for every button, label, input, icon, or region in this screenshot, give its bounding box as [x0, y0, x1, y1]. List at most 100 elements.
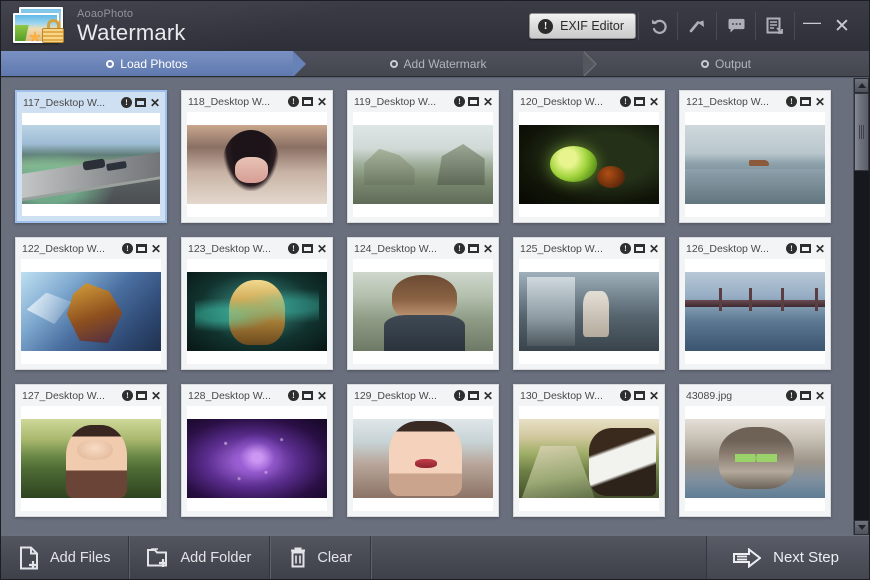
info-icon[interactable]: ! — [288, 243, 299, 254]
close-icon[interactable]: ✕ — [150, 390, 162, 402]
photo-card[interactable]: 123_Desktop W...! ✕ — [181, 237, 333, 370]
maximize-icon[interactable] — [800, 391, 811, 400]
info-icon[interactable]: ! — [786, 96, 797, 107]
step-load-photos[interactable]: Load Photos — [1, 51, 306, 76]
close-icon[interactable]: ✕ — [648, 243, 660, 255]
maximize-icon[interactable] — [302, 391, 313, 400]
close-icon[interactable]: ✕ — [814, 96, 826, 108]
maximize-icon[interactable] — [468, 97, 479, 106]
photo-card[interactable]: 117_Desktop W...! ✕ — [15, 90, 167, 223]
info-icon[interactable]: ! — [122, 243, 133, 254]
app-logo-icon — [11, 7, 69, 45]
photo-card[interactable]: 43089.jpg! ✕ — [679, 384, 831, 517]
photo-card-header: 121_Desktop W...! ✕ — [680, 91, 830, 112]
step-dot-icon — [700, 59, 709, 68]
info-icon[interactable]: ! — [786, 390, 797, 401]
photo-thumbnail — [187, 125, 327, 204]
close-button[interactable]: ✕ — [827, 11, 857, 41]
photo-card[interactable]: 120_Desktop W...! ✕ — [513, 90, 665, 223]
maximize-icon[interactable] — [634, 97, 645, 106]
step-output[interactable]: Output — [583, 51, 869, 76]
photo-card[interactable]: 124_Desktop W...! ✕ — [347, 237, 499, 370]
photo-card[interactable]: 119_Desktop W...! ✕ — [347, 90, 499, 223]
close-icon[interactable]: ✕ — [648, 390, 660, 402]
close-icon[interactable]: ✕ — [814, 243, 826, 255]
add-files-button[interactable]: Add Files — [1, 536, 130, 579]
close-icon[interactable]: ✕ — [316, 96, 328, 108]
redo-arrow-icon[interactable] — [680, 11, 714, 41]
photo-card[interactable]: 128_Desktop W...! ✕ — [181, 384, 333, 517]
maximize-icon[interactable] — [302, 244, 313, 253]
photo-filename: 120_Desktop W... — [520, 95, 603, 108]
maximize-icon[interactable] — [136, 244, 147, 253]
scrollbar-thumb[interactable] — [854, 93, 869, 171]
close-icon[interactable]: ✕ — [149, 97, 161, 109]
undo-icon[interactable] — [641, 11, 675, 41]
photo-card[interactable]: 130_Desktop W...! ✕ — [513, 384, 665, 517]
info-icon[interactable]: ! — [620, 243, 631, 254]
photo-card-header: 118_Desktop W...! ✕ — [182, 91, 332, 112]
close-icon[interactable]: ✕ — [482, 96, 494, 108]
step-dot-icon — [389, 59, 398, 68]
close-icon[interactable]: ✕ — [150, 243, 162, 255]
maximize-icon[interactable] — [634, 244, 645, 253]
maximize-icon[interactable] — [135, 98, 146, 107]
scrollbar-track[interactable] — [854, 93, 869, 520]
photo-card[interactable]: 118_Desktop W...! ✕ — [181, 90, 333, 223]
close-icon[interactable]: ✕ — [482, 390, 494, 402]
photo-card[interactable]: 125_Desktop W...! ✕ — [513, 237, 665, 370]
close-icon[interactable]: ✕ — [482, 243, 494, 255]
step-add-watermark[interactable]: Add Watermark — [293, 51, 597, 76]
info-icon[interactable]: ! — [454, 390, 465, 401]
photo-card[interactable]: 127_Desktop W...! ✕ — [15, 384, 167, 517]
comment-icon[interactable] — [719, 11, 753, 41]
photo-filename: 121_Desktop W... — [686, 95, 769, 108]
exif-editor-button[interactable]: ! EXIF Editor — [529, 13, 636, 39]
add-folder-button[interactable]: Add Folder — [129, 536, 271, 579]
photo-card-header: 126_Desktop W...! ✕ — [680, 238, 830, 259]
info-icon[interactable]: ! — [620, 390, 631, 401]
photo-thumbnail-frame — [21, 406, 161, 511]
info-icon[interactable]: ! — [121, 97, 132, 108]
scroll-up-icon[interactable] — [854, 78, 869, 93]
close-icon[interactable]: ✕ — [648, 96, 660, 108]
info-icon[interactable]: ! — [454, 96, 465, 107]
close-icon[interactable]: ✕ — [316, 390, 328, 402]
photo-thumbnail — [685, 125, 825, 204]
photo-thumbnail — [685, 419, 825, 498]
next-step-button[interactable]: Next Step — [707, 536, 869, 579]
scroll-down-icon[interactable] — [854, 520, 869, 535]
info-icon[interactable]: ! — [454, 243, 465, 254]
info-icon[interactable]: ! — [288, 96, 299, 107]
close-icon[interactable]: ✕ — [316, 243, 328, 255]
file-add-icon — [20, 546, 38, 569]
photo-card[interactable]: 121_Desktop W...! ✕ — [679, 90, 831, 223]
photo-card[interactable]: 122_Desktop W...! ✕ — [15, 237, 167, 370]
maximize-icon[interactable] — [302, 97, 313, 106]
brand-subtitle: AoaoPhoto — [77, 7, 134, 20]
maximize-icon[interactable] — [800, 97, 811, 106]
vertical-scrollbar[interactable] — [853, 78, 869, 535]
info-icon[interactable]: ! — [288, 390, 299, 401]
divider — [677, 12, 678, 40]
photo-grid-viewport: 117_Desktop W...! ✕ 118_Desktop W...! ✕ 119_… — [1, 78, 853, 535]
maximize-icon[interactable] — [634, 391, 645, 400]
maximize-icon[interactable] — [468, 244, 479, 253]
photo-card[interactable]: 126_Desktop W...! ✕ — [679, 237, 831, 370]
maximize-icon[interactable] — [468, 391, 479, 400]
info-icon[interactable]: ! — [122, 390, 133, 401]
photo-thumbnail-frame — [187, 406, 327, 511]
toolbar-spacer — [371, 536, 708, 579]
minimize-button[interactable]: — — [797, 11, 827, 41]
info-icon[interactable]: ! — [620, 96, 631, 107]
info-icon[interactable]: ! — [786, 243, 797, 254]
maximize-icon[interactable] — [136, 391, 147, 400]
clear-button[interactable]: Clear — [270, 536, 372, 579]
info-exclamation-icon: ! — [538, 18, 554, 34]
bottom-toolbar: Add Files Add Folder Clear Next Step — [1, 535, 869, 579]
photo-thumbnail — [21, 419, 161, 498]
photo-card[interactable]: 129_Desktop W...! ✕ — [347, 384, 499, 517]
maximize-icon[interactable] — [800, 244, 811, 253]
close-icon[interactable]: ✕ — [814, 390, 826, 402]
register-document-icon[interactable] — [758, 11, 792, 41]
